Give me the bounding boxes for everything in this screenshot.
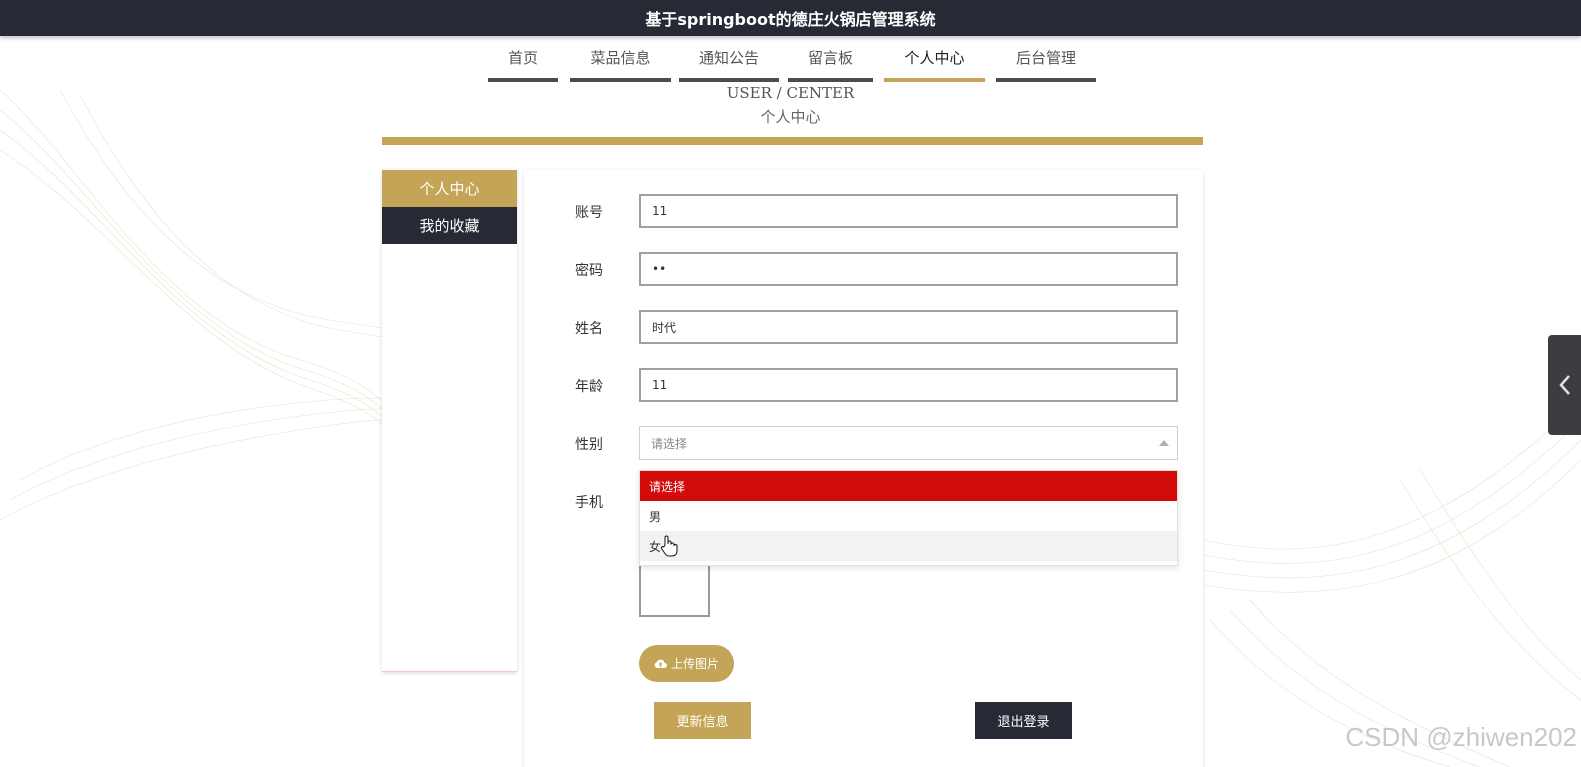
gender-option[interactable]: 男: [640, 501, 1177, 531]
profile-form: 账号 密码 姓名 年龄 性别 请选择 手机 请选择 男 女 上传图片 更新信息 …: [524, 170, 1203, 767]
chevron-left-icon: [1558, 375, 1570, 395]
gender-select-value: 请选择: [651, 436, 688, 451]
password-input[interactable]: [639, 252, 1178, 286]
app-title-bar: 基于springboot的德庄火锅店管理系统: [0, 0, 1581, 36]
gender-option[interactable]: 请选择: [640, 471, 1177, 501]
avatar-preview: [639, 563, 710, 617]
logout-button[interactable]: 退出登录: [975, 702, 1072, 739]
nav-item-messages[interactable]: 留言板: [788, 36, 873, 82]
upload-image-label: 上传图片: [670, 657, 719, 671]
update-info-button[interactable]: 更新信息: [654, 702, 751, 739]
age-label: 年龄: [575, 379, 603, 395]
hand-pointer-icon: [660, 535, 678, 557]
nav-item-admin[interactable]: 后台管理: [996, 36, 1096, 82]
nav-item-user-center[interactable]: 个人中心: [884, 36, 985, 82]
nav-item-dishes[interactable]: 菜品信息: [570, 36, 671, 82]
upload-image-button[interactable]: 上传图片: [639, 645, 734, 682]
age-input[interactable]: [639, 368, 1178, 402]
main-nav: 首页 菜品信息 通知公告 留言板 个人中心 后台管理: [0, 36, 1581, 86]
section-title-zh: 个人中心: [760, 108, 821, 126]
side-drawer-toggle[interactable]: [1548, 335, 1581, 435]
watermark-text: CSDN @zhiwen202: [1345, 722, 1577, 752]
sidebar: 个人中心 我的收藏: [382, 170, 517, 672]
account-label: 账号: [575, 205, 603, 221]
caret-up-icon: [1159, 440, 1169, 446]
cloud-upload-icon: [654, 659, 667, 668]
app-title: 基于springboot的德庄火锅店管理系统: [645, 10, 936, 29]
nav-item-notices[interactable]: 通知公告: [679, 36, 779, 82]
name-label: 姓名: [575, 321, 603, 337]
sidebar-item-user-center[interactable]: 个人中心: [382, 170, 517, 207]
section-divider: [382, 137, 1203, 145]
name-input[interactable]: [639, 310, 1178, 344]
sidebar-item-favorites[interactable]: 我的收藏: [382, 207, 517, 244]
gender-dropdown: 请选择 男 女: [639, 470, 1178, 566]
password-label: 密码: [575, 263, 603, 279]
gender-option[interactable]: 女: [640, 531, 1177, 561]
phone-label: 手机: [575, 495, 603, 511]
gender-select[interactable]: 请选择: [639, 426, 1178, 460]
account-input[interactable]: [639, 194, 1178, 228]
section-title-en: USER / CENTER: [726, 84, 855, 102]
nav-item-home[interactable]: 首页: [488, 36, 558, 82]
gender-label: 性别: [575, 437, 603, 453]
